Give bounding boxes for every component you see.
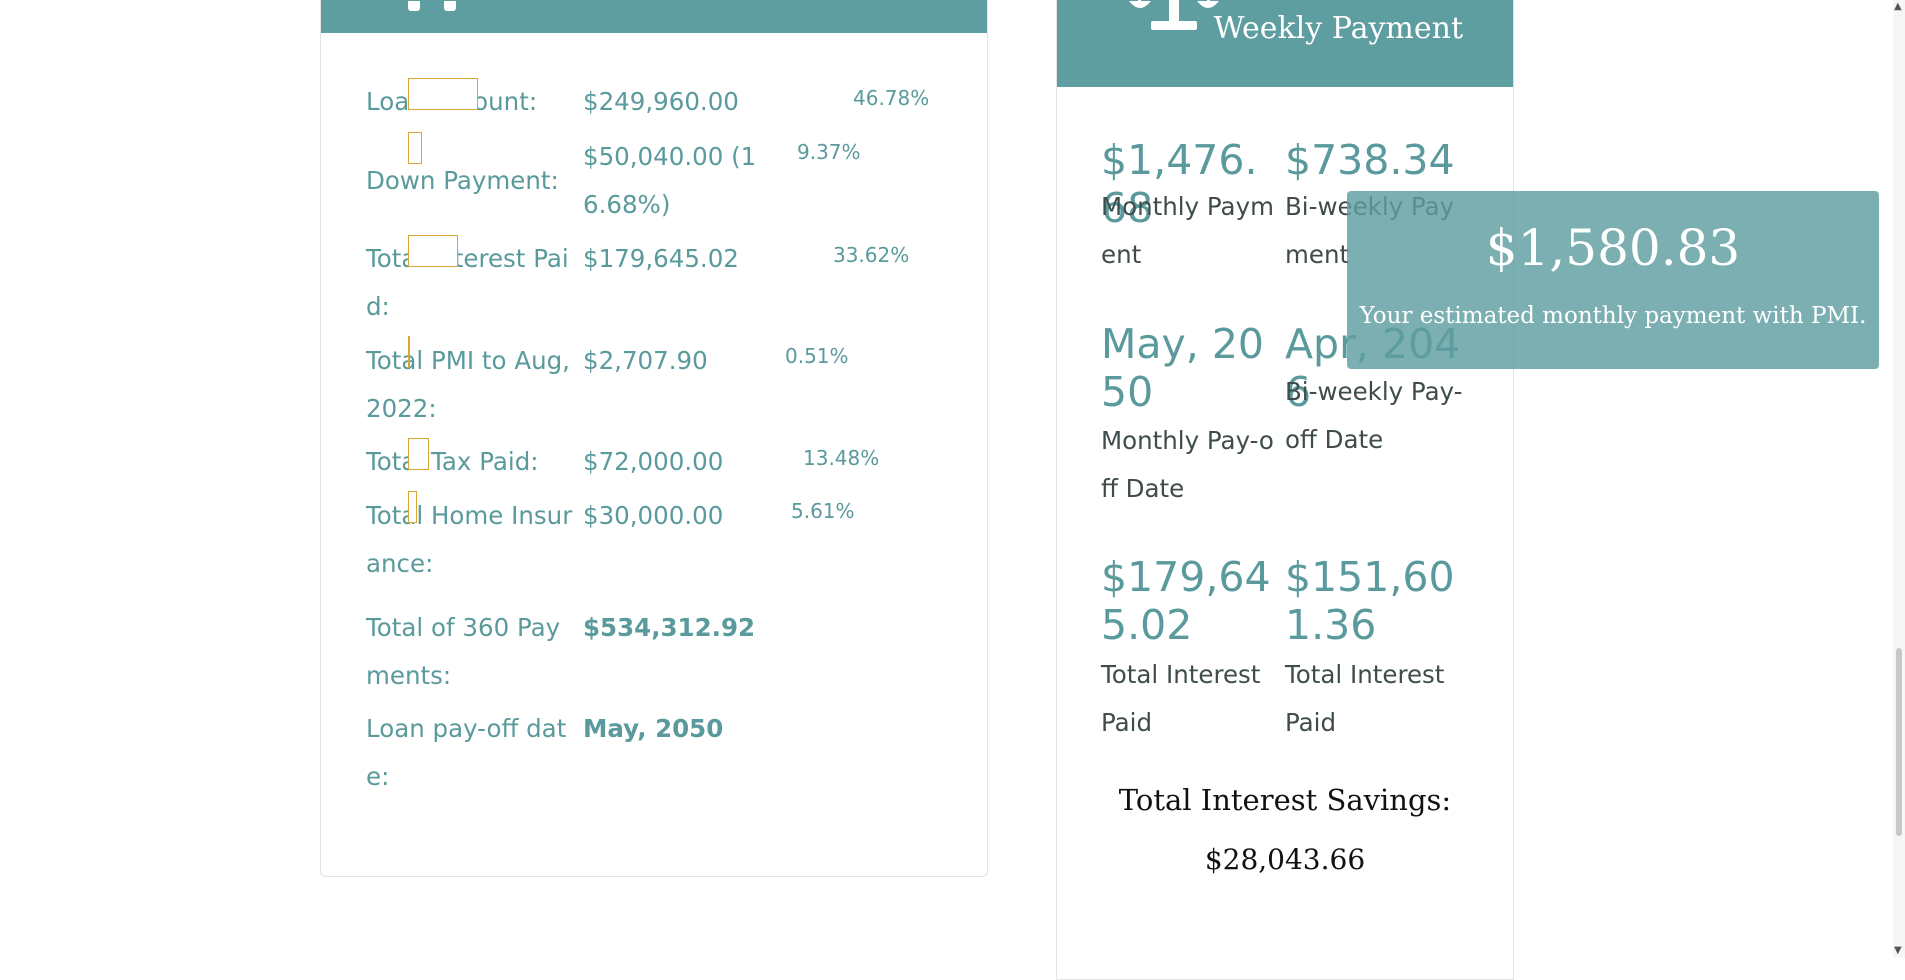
row-label: Total of 360 Payments: [366,613,561,690]
row-label: Total PMI to Aug, 2022: [366,346,570,423]
stat-label: Bi-weekly Pay-off Date [1285,377,1463,454]
row-label: Loan pay-off date: [366,714,567,791]
page-scrollbar[interactable]: ▲ ▼ [1893,0,1905,958]
percent-bar [408,235,458,267]
row-label: Down Payment: [366,166,559,195]
stat-label: Total Interest Paid [1101,660,1261,737]
percent-label: 5.61% [791,499,855,523]
stat-value: $179,645.02 [1101,553,1271,649]
stat-value: $151,601.36 [1285,553,1455,649]
stat-label: Monthly Payment [1101,192,1274,269]
comparison-card-header: Weekly Payment [1057,0,1513,87]
percent-label: 46.78% [853,86,930,110]
tooltip-text: Your estimated monthly payment with PMI. [1359,303,1867,329]
tooltip-amount: $1,580.83 [1485,219,1741,277]
scroll-up-icon[interactable]: ▲ [1894,2,1902,12]
comparison-header-title: Weekly Payment [1213,11,1463,46]
percent-label: 33.62% [833,243,910,267]
scroll-thumb[interactable] [1896,648,1902,836]
row-value: $72,000.00 [583,447,724,476]
summary-card-header [321,0,987,33]
row-label: Total Home Insurance: [366,501,573,578]
percent-bar [408,491,417,523]
row-value: $50,040.00 (16.68%) [583,142,757,219]
stat-value: $738.34 [1285,136,1455,184]
row-value: $2,707.90 [583,346,708,375]
scroll-down-icon[interactable]: ▼ [1894,946,1902,956]
row-value: $249,960.00 [583,87,739,116]
tools-icon [406,1,458,11]
savings-value: $28,043.66 [1204,843,1366,876]
percent-label: 9.37% [797,140,861,164]
row-value: $534,312.92 [583,613,756,642]
percent-label: 0.51% [785,344,849,368]
stat-label: Total Interest Paid [1285,660,1445,737]
percent-bar [408,438,429,470]
percent-bar [408,132,422,164]
percent-label: 13.48% [803,446,880,470]
row-value: $30,000.00 [583,501,724,530]
row-value: $179,645.02 [583,244,739,273]
row-value: May, 2050 [583,714,724,743]
row-label: Total Tax Paid: [366,447,539,476]
payment-comparison-card: Weekly Payment $1,476.68 Monthly Payment… [1056,0,1514,980]
stat-label: Monthly Pay-off Date [1101,426,1274,503]
percent-bar [408,336,410,368]
stat-value: May, 2050 [1101,320,1264,416]
scale-balance-icon [1129,0,1219,30]
percent-bar [408,78,478,110]
savings-title: Total Interest Savings: [1118,783,1452,817]
row-label: Total Interest Paid: [366,244,569,321]
payment-tooltip: $1,580.83 Your estimated monthly payment… [1347,191,1879,369]
